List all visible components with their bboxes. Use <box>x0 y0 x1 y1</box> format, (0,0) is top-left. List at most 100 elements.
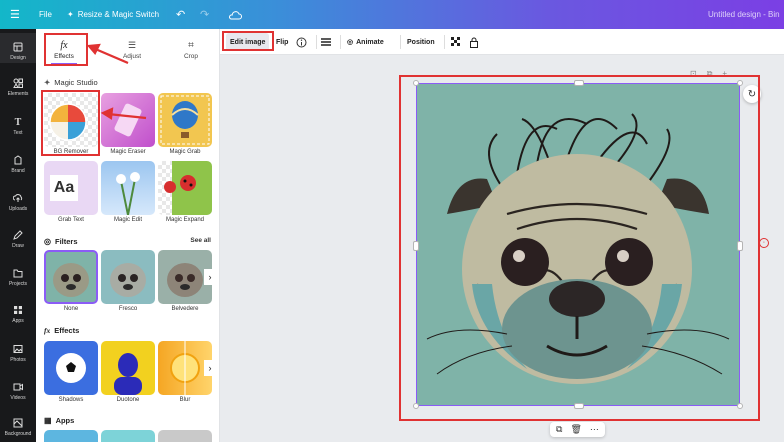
toolbar-divider <box>340 35 341 49</box>
filter-fresco-tile[interactable] <box>101 250 155 304</box>
filters-heading: ◎ Filters <box>44 237 78 246</box>
app-tile[interactable] <box>101 430 155 442</box>
rail-item-text[interactable]: T Text <box>0 108 36 138</box>
magic-expand-tile[interactable] <box>158 161 212 215</box>
rail-item-projects[interactable]: Projects <box>0 259 36 289</box>
background-icon <box>13 418 23 428</box>
animate-label: Animate <box>356 38 384 46</box>
bg-remover-tile[interactable] <box>44 93 98 147</box>
position-button[interactable]: Position <box>407 33 435 51</box>
design-icon <box>13 42 23 52</box>
tool-label: Magic Expand <box>165 217 205 223</box>
resize-handle[interactable] <box>574 403 584 409</box>
copy-icon[interactable]: ⧉ <box>556 424 562 435</box>
undo-icon[interactable]: ↶ <box>176 0 185 29</box>
rail-item-videos[interactable]: Videos <box>0 373 36 403</box>
magic-grab-tile[interactable] <box>158 93 212 147</box>
resize-handle[interactable] <box>737 80 743 86</box>
duplicate-page-icon[interactable]: ⧉ <box>707 69 713 79</box>
selected-image[interactable] <box>413 80 743 409</box>
resize-magic-switch-button[interactable]: ✦ Resize & Magic Switch <box>67 0 159 29</box>
rail-item-brand[interactable]: Brand <box>0 146 36 176</box>
fx-icon: fx <box>60 40 68 51</box>
effects-next-arrow-icon[interactable]: › <box>204 360 216 376</box>
brand-icon <box>13 155 23 165</box>
lock-page-icon[interactable]: ⊡ <box>690 69 697 79</box>
file-menu[interactable]: File <box>39 0 52 29</box>
animate-button[interactable]: ◎ Animate <box>347 33 384 51</box>
effects-panel: fx Effects ☰ Adjust ⌗ Crop ✦ Magic Studi… <box>36 29 220 442</box>
resize-handle[interactable] <box>413 403 419 409</box>
effect-shadows-tile[interactable] <box>44 341 98 395</box>
resize-handle[interactable] <box>737 403 743 409</box>
filters-see-all-link[interactable]: See all <box>190 237 211 244</box>
crop-icon: ⌗ <box>188 40 194 51</box>
edit-image-button[interactable]: Edit image <box>226 33 270 51</box>
border-style-icon[interactable] <box>320 33 332 51</box>
photos-icon <box>13 344 23 354</box>
resize-label: Resize & Magic Switch <box>77 10 160 19</box>
transparency-icon[interactable] <box>451 33 461 51</box>
apps-icon <box>13 305 23 315</box>
magic-edit-tile[interactable] <box>101 161 155 215</box>
pug-thumbnail <box>53 263 89 297</box>
rail-item-elements[interactable]: Elements <box>0 69 36 99</box>
tab-effects[interactable]: fx Effects <box>42 35 86 65</box>
page-controls: ⊡ ⧉ + <box>690 69 727 79</box>
effect-label: Shadows <box>58 397 84 403</box>
hot-air-balloon-icon <box>160 95 210 145</box>
document-title[interactable]: Untitled design - Bin <box>708 0 780 29</box>
rail-item-background[interactable]: Background <box>0 409 36 439</box>
more-icon[interactable]: ⋯ <box>590 424 599 435</box>
effect-label: Blur <box>179 397 191 403</box>
tab-label: Adjust <box>122 53 142 60</box>
magic-eraser-tile[interactable] <box>101 93 155 147</box>
upload-icon <box>13 193 23 203</box>
effect-duotone-tile[interactable] <box>101 341 155 395</box>
resize-handle[interactable] <box>574 80 584 86</box>
add-page-icon[interactable]: + <box>722 69 727 79</box>
filters-next-arrow-icon[interactable]: › <box>204 269 216 285</box>
sparkle-icon: ✦ <box>44 78 51 87</box>
delete-icon[interactable]: 🗑 <box>570 424 581 435</box>
hamburger-icon[interactable]: ☰ <box>10 0 20 29</box>
filter-none-tile[interactable] <box>44 250 98 304</box>
rail-item-apps[interactable]: Apps <box>0 296 36 326</box>
lock-icon[interactable] <box>469 33 479 51</box>
app-tile[interactable] <box>158 430 212 442</box>
rail-label: Photos <box>10 357 26 363</box>
rail-item-draw[interactable]: Draw <box>0 221 36 251</box>
info-icon[interactable] <box>296 33 307 51</box>
active-tab-indicator <box>51 63 77 65</box>
tool-label: Grab Text <box>58 217 84 223</box>
fx-icon: fx <box>44 326 51 335</box>
tool-label: BG Remover <box>53 149 89 155</box>
animate-icon: ◎ <box>347 39 354 46</box>
redo-icon[interactable]: ↷ <box>200 0 209 29</box>
tool-label: Magic Eraser <box>110 149 146 155</box>
section-title: Magic Studio <box>54 78 98 87</box>
app-tile[interactable] <box>44 430 98 442</box>
grab-text-tile[interactable]: Aa <box>44 161 98 215</box>
rail-label: Text <box>13 130 23 136</box>
rotate-icon[interactable]: ↻ <box>743 85 761 103</box>
rail-item-photos[interactable]: Photos <box>0 335 36 365</box>
filters-icon: ◎ <box>44 237 51 246</box>
rail-item-uploads[interactable]: Uploads <box>0 184 36 214</box>
draw-icon <box>13 230 23 240</box>
resize-handle[interactable] <box>413 241 419 251</box>
pug-thumbnail <box>110 263 146 297</box>
side-handle-icon[interactable]: ◦ <box>759 238 769 248</box>
cloud-save-icon[interactable] <box>228 0 242 29</box>
resize-handle[interactable] <box>737 241 743 251</box>
tab-adjust[interactable]: ☰ Adjust <box>110 35 154 65</box>
ladybug-icon <box>164 161 212 215</box>
tab-crop[interactable]: ⌗ Crop <box>169 35 213 65</box>
rail-label: Background <box>4 431 32 437</box>
resize-handle[interactable] <box>413 80 419 86</box>
filter-label: None <box>63 306 79 312</box>
magic-studio-heading: ✦ Magic Studio <box>44 78 98 87</box>
flip-button[interactable]: Flip <box>276 33 288 51</box>
floating-actions: ⧉ 🗑 ⋯ <box>550 422 605 437</box>
rail-item-design[interactable]: Design <box>0 33 36 63</box>
